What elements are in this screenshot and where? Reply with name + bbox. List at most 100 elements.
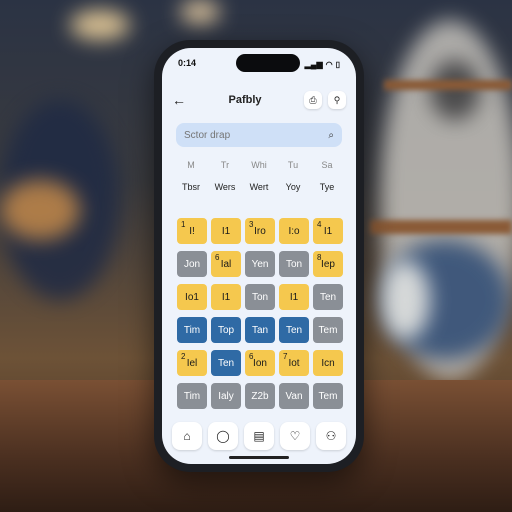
calendar-cell[interactable]: Ton xyxy=(245,284,275,310)
weekday-row-top: M Tr Whi Tu Sa xyxy=(174,160,344,170)
cell-day-number: 7 xyxy=(283,352,288,361)
cell-label: Ion xyxy=(253,357,267,369)
back-icon[interactable]: ← xyxy=(172,92,192,108)
profile-icon: ⚲ xyxy=(333,94,341,105)
profile-button[interactable]: ⚲ xyxy=(328,91,346,109)
cell-label: Ten xyxy=(319,291,337,303)
calendar-grid: 1 I! I1 3 Iro I:o 4 I1 Jon 6 Ial Yen Ton 8 Iep Io1 I1 Ton… xyxy=(177,218,345,409)
weekday-label: Tu xyxy=(287,160,299,170)
heart-icon: ♡ xyxy=(289,429,301,443)
calendar-cell[interactable]: 2 Iel xyxy=(177,350,207,376)
weekday-row-bottom: Tbsr Wers Wert Yoy Tye xyxy=(174,182,344,192)
bottom-tab-bar: ⌂ ◯ ▤ ♡ ⚇ xyxy=(172,422,346,450)
cell-day-number: 2 xyxy=(181,352,186,361)
calendar-cell[interactable]: I1 xyxy=(279,284,309,310)
share-icon: ⎙ xyxy=(309,94,317,105)
calendar-cell[interactable]: Ten xyxy=(279,317,309,343)
calendar-cell[interactable]: Io1 xyxy=(177,284,207,310)
calendar-cell[interactable]: Yen xyxy=(245,251,275,277)
tab-calendar[interactable]: ▤ xyxy=(244,422,274,450)
signal-icon: ▂▄▆ xyxy=(304,59,323,69)
tab-profile[interactable]: ⚇ xyxy=(316,422,346,450)
chat-icon: ◯ xyxy=(216,429,230,443)
tab-home[interactable]: ⌂ xyxy=(172,422,202,450)
calendar-cell[interactable]: 8 Iep xyxy=(313,251,343,277)
status-time: 0:14 xyxy=(178,58,197,68)
weekday-sublabel: Yoy xyxy=(285,182,301,192)
status-bar: 0:14 ▂▄▆ ◠ ▯ xyxy=(178,58,340,70)
phone-frame: 0:14 ▂▄▆ ◠ ▯ ← Pafbly ⎙ ⚲ ⌕ M Tr Whi Tu Sa T… xyxy=(154,40,364,472)
weekday-sublabel: Wers xyxy=(214,182,236,192)
cell-label: Iro xyxy=(254,225,266,237)
weekday-sublabel: Tbsr xyxy=(182,182,200,192)
home-icon: ⌂ xyxy=(183,429,191,443)
tab-heart[interactable]: ♡ xyxy=(280,422,310,450)
cell-label: Z2b xyxy=(251,390,269,402)
cell-label: Io1 xyxy=(185,291,199,303)
cell-label: Tem xyxy=(318,390,338,402)
calendar-cell[interactable]: 1 I! xyxy=(177,218,207,244)
calendar-cell[interactable]: 4 I1 xyxy=(313,218,343,244)
share-button[interactable]: ⎙ xyxy=(304,91,322,109)
weekday-label: Sa xyxy=(321,160,333,170)
calendar-cell[interactable]: Jon xyxy=(177,251,207,277)
calendar-cell[interactable]: Tem xyxy=(313,317,343,343)
calendar-cell[interactable]: Van xyxy=(279,383,309,409)
calendar-cell[interactable]: Tim xyxy=(177,383,207,409)
cell-label: Jon xyxy=(183,258,201,270)
calendar-cell[interactable]: Ten xyxy=(211,350,241,376)
calendar-icon: ▤ xyxy=(253,429,265,443)
cell-day-number: 6 xyxy=(215,253,220,262)
weekday-label: M xyxy=(187,160,195,170)
calendar-cell[interactable]: I1 xyxy=(211,284,241,310)
calendar-cell[interactable]: Top xyxy=(211,317,241,343)
cell-day-number: 1 xyxy=(181,220,186,229)
cell-label: Tan xyxy=(251,324,269,336)
search-bar[interactable]: ⌕ xyxy=(176,123,342,147)
calendar-cell[interactable]: Ten xyxy=(313,284,343,310)
calendar-cell[interactable]: 6 Ion xyxy=(245,350,275,376)
cell-label: Van xyxy=(285,390,303,402)
cell-label: Top xyxy=(217,324,235,336)
cell-label: I:o xyxy=(288,225,300,237)
cell-label: Iel xyxy=(186,357,198,369)
calendar-cell[interactable]: I:o xyxy=(279,218,309,244)
calendar-cell[interactable]: Ton xyxy=(279,251,309,277)
calendar-cell[interactable]: Tan xyxy=(245,317,275,343)
cell-label: Icn xyxy=(321,357,335,369)
calendar-cell[interactable]: Icn xyxy=(313,350,343,376)
weekday-label: Whi xyxy=(251,160,267,170)
calendar-cell[interactable]: Tem xyxy=(313,383,343,409)
cell-label: I1 xyxy=(221,225,231,237)
cell-label: Tim xyxy=(183,324,201,336)
app-header: ← Pafbly ⎙ ⚲ xyxy=(172,88,346,112)
cell-label: Ial xyxy=(220,258,232,270)
calendar-cell[interactable]: 3 Iro xyxy=(245,218,275,244)
page-title: Pafbly xyxy=(228,94,262,106)
search-input[interactable] xyxy=(184,129,329,141)
calendar-cell[interactable]: 7 Iot xyxy=(279,350,309,376)
cell-day-number: 6 xyxy=(249,352,254,361)
weekday-label: Tr xyxy=(220,160,230,170)
calendar-cell[interactable]: Tim xyxy=(177,317,207,343)
calendar-cell[interactable]: I1 xyxy=(211,218,241,244)
cell-label: Tim xyxy=(183,390,201,402)
cell-label: Ten xyxy=(217,357,235,369)
wifi-icon: ◠ xyxy=(325,59,333,69)
cell-label: Iot xyxy=(288,357,300,369)
calendar-cell[interactable]: 6 Ial xyxy=(211,251,241,277)
cell-label: Tem xyxy=(318,324,338,336)
search-icon[interactable]: ⌕ xyxy=(328,130,334,141)
app-screen: 0:14 ▂▄▆ ◠ ▯ ← Pafbly ⎙ ⚲ ⌕ M Tr Whi Tu Sa T… xyxy=(162,48,356,464)
calendar-cell[interactable]: Z2b xyxy=(245,383,275,409)
tab-chat[interactable]: ◯ xyxy=(208,422,238,450)
cell-label: I1 xyxy=(289,291,299,303)
cell-label: Yen xyxy=(251,258,269,270)
cell-label: Ton xyxy=(285,258,303,270)
weekday-sublabel: Tye xyxy=(319,182,335,192)
weekday-sublabel: Wert xyxy=(249,182,269,192)
profile-icon: ⚇ xyxy=(325,429,337,443)
cell-label: I1 xyxy=(323,225,333,237)
cell-day-number: 4 xyxy=(317,220,322,229)
calendar-cell[interactable]: Ialy xyxy=(211,383,241,409)
